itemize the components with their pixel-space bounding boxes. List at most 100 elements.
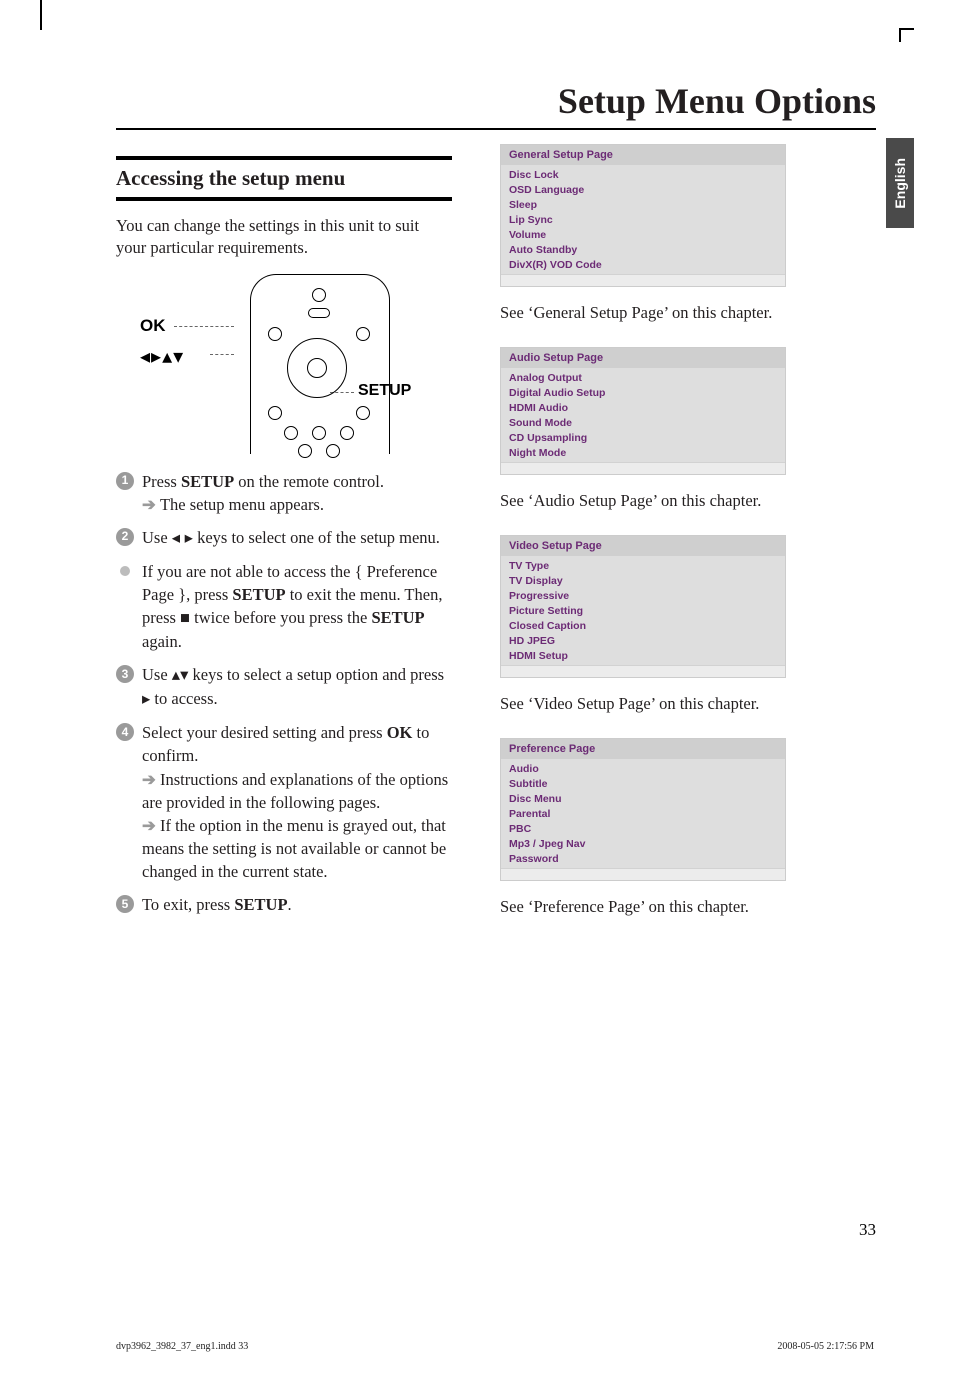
panel-footer	[501, 665, 785, 677]
step-number-icon: 1	[116, 472, 134, 490]
left-column: Accessing the setup menu You can change …	[116, 144, 452, 941]
intro-text: You can change the settings in this unit…	[116, 215, 452, 260]
menu-item: Picture Setting	[501, 603, 785, 618]
menu-item: Digital Audio Setup	[501, 385, 785, 400]
step-1: 1 Press SETUP on the remote control. The…	[116, 470, 452, 516]
menu-item: Mp3 / Jpeg Nav	[501, 836, 785, 851]
step-number-icon: 5	[116, 895, 134, 913]
menu-item: Volume	[501, 227, 785, 242]
menu-item: Night Mode	[501, 445, 785, 460]
language-tab: English	[886, 138, 914, 228]
menu-item: Subtitle	[501, 776, 785, 791]
step-3: 3 Use ▴▾ keys to select a setup option a…	[116, 663, 452, 711]
menu-item: DivX(R) VOD Code	[501, 257, 785, 272]
text: Use	[142, 528, 172, 547]
menu-item: Progressive	[501, 588, 785, 603]
panel-footer	[501, 462, 785, 474]
text: Press	[142, 472, 181, 491]
remote-figure: OK ◂▸▴▾ SETUP	[140, 274, 400, 454]
text: Use	[142, 665, 172, 684]
remote-label-ok: OK	[140, 316, 166, 336]
stop-icon	[326, 444, 340, 458]
panel-caption: See ‘General Setup Page’ on this chapter…	[500, 303, 846, 323]
preference-panel: Preference Page Audio Subtitle Disc Menu…	[500, 738, 786, 881]
video-setup-panel: Video Setup Page TV Type TV Display Prog…	[500, 535, 786, 678]
arrow-ud-symbol: ▴▾	[172, 666, 189, 684]
menu-item: Analog Output	[501, 370, 785, 385]
page-title: Setup Menu Options	[116, 80, 876, 130]
text-bold: OK	[387, 723, 413, 742]
menu-item: PBC	[501, 821, 785, 836]
text: again.	[142, 632, 182, 651]
menu-item: OSD Language	[501, 182, 785, 197]
step-number-icon: 4	[116, 723, 134, 741]
menu-item: HDMI Setup	[501, 648, 785, 663]
panel-header: General Setup Page	[501, 145, 785, 165]
step-tip: If you are not able to access the { Pref…	[116, 560, 452, 653]
crop-mark	[40, 0, 42, 30]
step-2: 2 Use ◂ ▸ keys to select one of the setu…	[116, 526, 452, 550]
panel-caption: See ‘Video Setup Page’ on this chapter.	[500, 694, 846, 714]
menu-item: CD Upsampling	[501, 430, 785, 445]
panel-footer	[501, 868, 785, 880]
forward-icon	[340, 426, 354, 440]
play-icon	[312, 426, 326, 440]
rewind-icon	[284, 426, 298, 440]
menu-item: TV Type	[501, 558, 785, 573]
return-icon	[268, 406, 282, 420]
display-icon	[356, 327, 370, 341]
crop-mark	[899, 28, 901, 42]
menu-item: Sleep	[501, 197, 785, 212]
text-bold: SETUP	[371, 608, 424, 627]
menu-item: Auto Standby	[501, 242, 785, 257]
text-bold: SETUP	[232, 585, 285, 604]
step-number-icon: 3	[116, 665, 134, 683]
menu-item: Audio	[501, 761, 785, 776]
stop-symbol: ■	[180, 609, 190, 627]
text: twice before you press the	[190, 608, 371, 627]
page: Setup Menu Options English Accessing the…	[116, 80, 876, 1260]
remote-label-arrows: ◂▸▴▾	[140, 344, 184, 369]
section-heading: Accessing the setup menu	[116, 160, 452, 201]
panel-header: Preference Page	[501, 739, 785, 759]
power-icon	[312, 288, 326, 302]
text: .	[288, 895, 292, 914]
result-text: If the option in the menu is grayed out,…	[142, 814, 452, 883]
menu-item: Disc Lock	[501, 167, 785, 182]
audio-setup-panel: Audio Setup Page Analog Output Digital A…	[500, 347, 786, 475]
text: on the remote control.	[234, 472, 384, 491]
menu-item: Lip Sync	[501, 212, 785, 227]
panel-footer	[501, 274, 785, 286]
result-text: Instructions and explanations of the opt…	[142, 768, 452, 814]
text: To exit, press	[142, 895, 234, 914]
panel-caption: See ‘Audio Setup Page’ on this chapter.	[500, 491, 846, 511]
menu-item: Closed Caption	[501, 618, 785, 633]
footer-filename: dvp3962_3982_37_eng1.indd 33	[116, 1341, 248, 1352]
bullet-icon	[120, 566, 130, 576]
crop-mark	[900, 28, 914, 30]
menu-item: Password	[501, 851, 785, 866]
text: keys to select one of the setup menu.	[193, 528, 440, 547]
menu-item: HD JPEG	[501, 633, 785, 648]
page-number: 33	[859, 1220, 876, 1240]
disc-menu-icon	[268, 327, 282, 341]
step-list: 1 Press SETUP on the remote control. The…	[116, 470, 452, 917]
footer-timestamp: 2008-05-05 2:17:56 PM	[777, 1341, 874, 1352]
text: keys to select a setup option and press	[188, 665, 444, 684]
prev-icon	[298, 444, 312, 458]
arrow-lr-symbol: ◂ ▸	[172, 529, 193, 547]
remote-label-setup: SETUP	[358, 382, 411, 400]
step-5: 5 To exit, press SETUP.	[116, 893, 452, 916]
language-tab-text: English	[892, 158, 908, 209]
menu-item: Disc Menu	[501, 791, 785, 806]
menu-item: Parental	[501, 806, 785, 821]
step-number-icon: 2	[116, 528, 134, 546]
ok-button-icon	[307, 358, 327, 378]
setup-icon	[356, 406, 370, 420]
panel-caption: See ‘Preference Page’ on this chapter.	[500, 897, 846, 917]
text-bold: SETUP	[234, 895, 287, 914]
panel-header: Video Setup Page	[501, 536, 785, 556]
eject-icon	[308, 308, 330, 318]
menu-item: Sound Mode	[501, 415, 785, 430]
right-column: General Setup Page Disc Lock OSD Languag…	[500, 144, 846, 941]
